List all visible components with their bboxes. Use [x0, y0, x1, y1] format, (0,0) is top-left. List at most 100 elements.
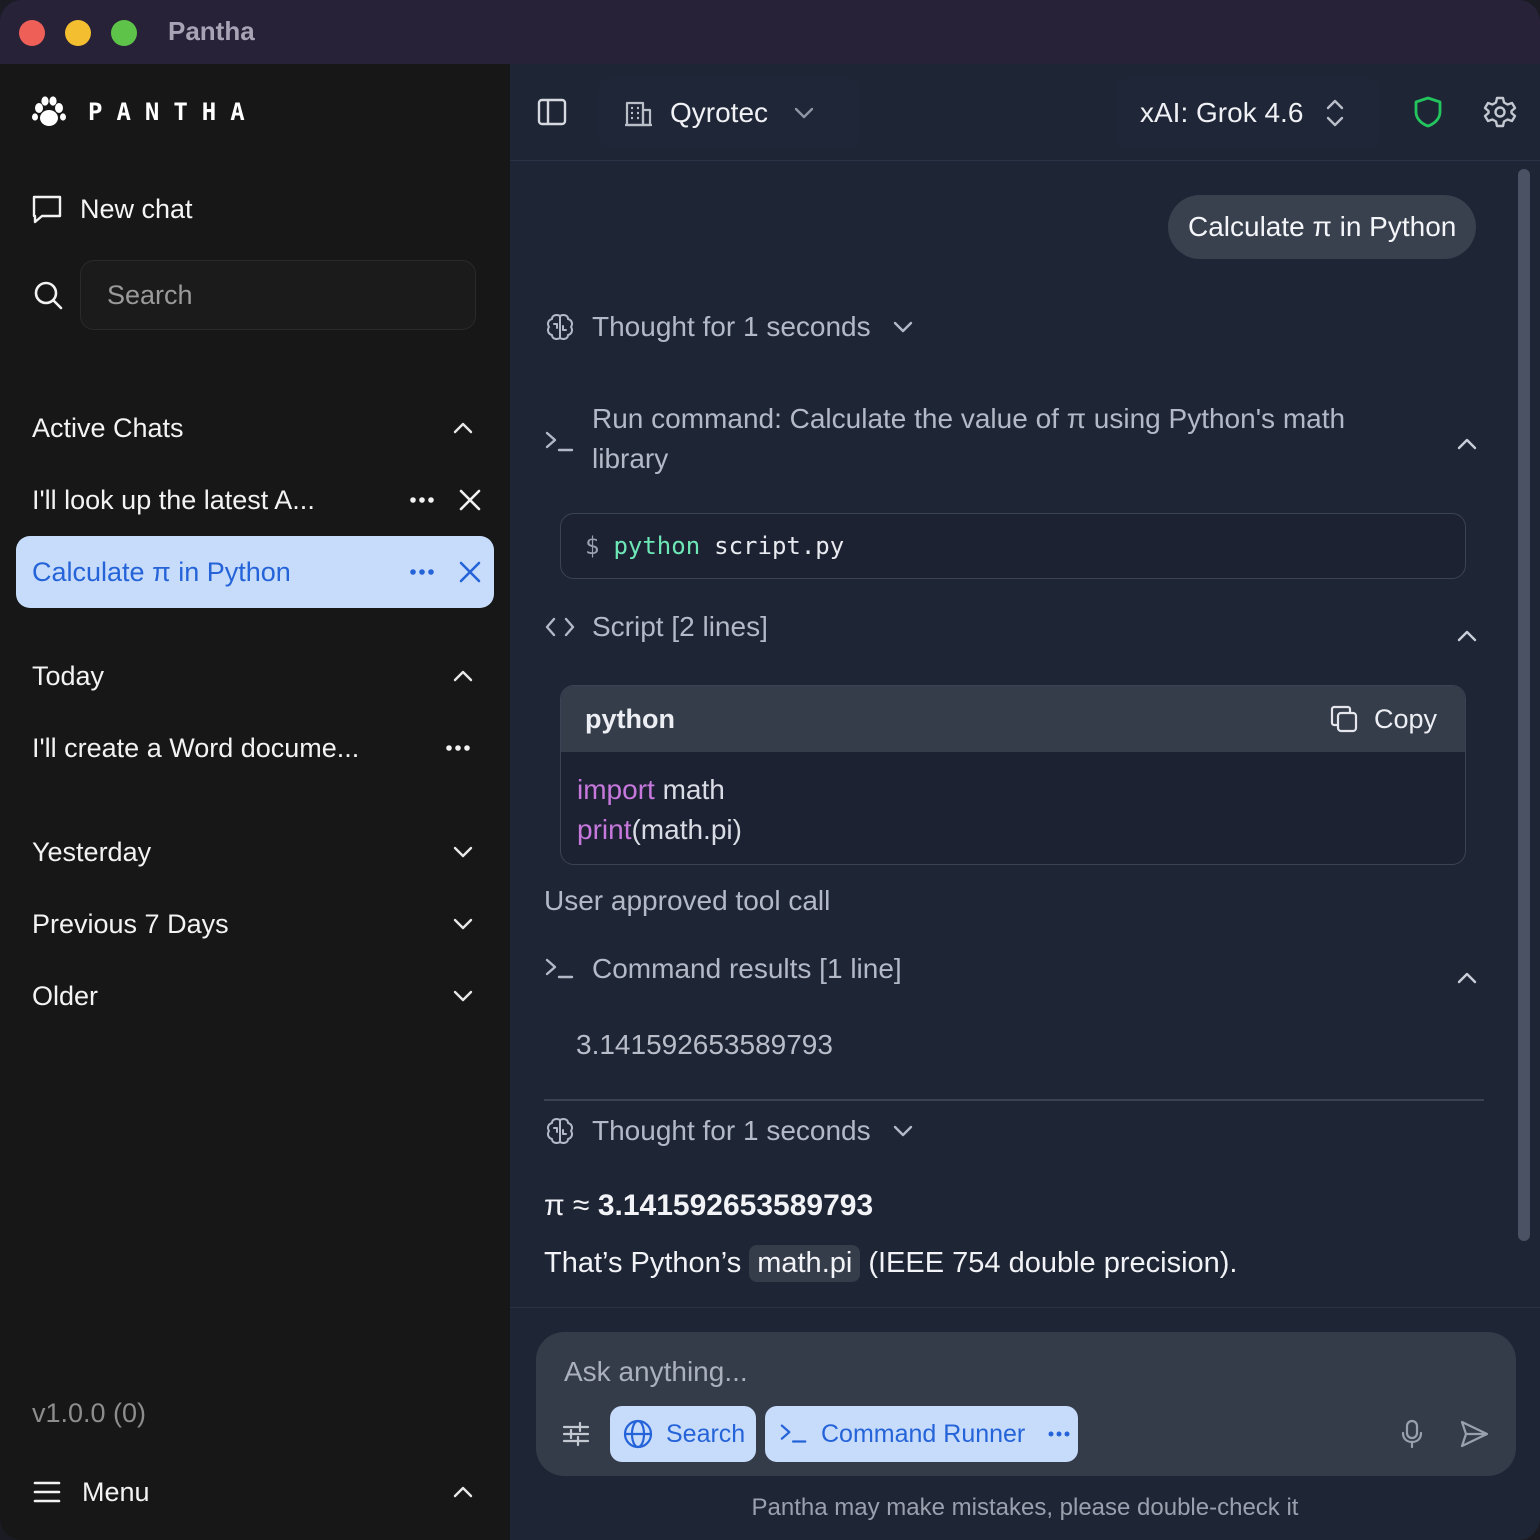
chat-item-active[interactable]: Calculate π in Python — [16, 536, 494, 608]
tool-settings-button[interactable] — [558, 1416, 594, 1452]
close-window-button[interactable] — [19, 20, 45, 46]
maximize-window-button[interactable] — [111, 20, 137, 46]
chevron-down-icon — [893, 321, 912, 333]
chat-item[interactable]: I'll create a Word docume... — [16, 712, 494, 784]
voice-input-button[interactable] — [1394, 1416, 1430, 1452]
send-button[interactable] — [1454, 1414, 1494, 1454]
chevron-down-icon — [453, 918, 473, 930]
app-version: v1.0.0 (0) — [32, 1398, 147, 1428]
menu-button[interactable]: Menu — [32, 1470, 476, 1514]
building-icon — [625, 101, 652, 127]
toggle-sidebar-button[interactable] — [532, 92, 572, 132]
terminal-icon — [780, 1424, 807, 1443]
close-icon — [459, 561, 481, 583]
section-previous-7-days[interactable]: Previous 7 Days — [32, 902, 476, 946]
answer-value: 3.141592653589793 — [597, 1189, 874, 1222]
shell-program: python — [613, 532, 701, 560]
logo-wordmark: PANTHA — [88, 98, 259, 126]
thought-toggle[interactable]: Thought for 1 seconds — [544, 1115, 915, 1147]
chevron-up-icon — [453, 422, 473, 434]
composer-area: Search Command Runner Pantha may make mi… — [510, 1307, 1540, 1540]
chevron-up-icon[interactable] — [1454, 965, 1480, 991]
app-logo: PANTHA — [30, 92, 259, 132]
chat-search-input[interactable] — [80, 260, 476, 330]
command-runner-tool-toggle[interactable]: Command Runner — [765, 1406, 1078, 1462]
chat-item[interactable]: I'll look up the latest A... — [16, 464, 494, 536]
window-title: Pantha — [168, 16, 255, 46]
section-label: Active Chats — [32, 412, 184, 443]
send-icon — [1460, 1420, 1489, 1448]
search-tool-toggle[interactable]: Search — [610, 1406, 756, 1462]
run-command-header[interactable]: Run command: Calculate the value of π us… — [544, 399, 1345, 479]
microphone-icon — [1401, 1419, 1423, 1449]
run-command-line: Run command: Calculate the value of π us… — [592, 403, 1346, 434]
terminal-icon — [545, 431, 574, 452]
chevron-down-icon — [453, 846, 473, 858]
sidebar-toggle-icon — [537, 98, 567, 126]
run-command-line: library — [592, 443, 669, 474]
chevron-up-icon[interactable] — [1454, 431, 1480, 457]
tool-options-button[interactable] — [1047, 1430, 1071, 1438]
more-options-button[interactable] — [434, 724, 482, 772]
code-block: python Copy import math print(math.pi) — [560, 685, 1466, 865]
script-header[interactable]: Script [2 lines] — [544, 611, 768, 643]
close-chat-button[interactable] — [446, 548, 494, 596]
section-today[interactable]: Today — [32, 654, 476, 698]
settings-button[interactable] — [1480, 92, 1520, 132]
code-language: python — [585, 703, 675, 734]
answer-text: (IEEE 754 double precision). — [868, 1247, 1238, 1279]
section-yesterday[interactable]: Yesterday — [32, 830, 476, 874]
more-options-button[interactable] — [398, 548, 446, 596]
code-block-header: python Copy — [561, 686, 1465, 752]
chevron-up-down-icon — [1327, 99, 1344, 127]
command-runner-label: Command Runner — [821, 1419, 1026, 1448]
workspace-select[interactable]: Qyrotec — [598, 78, 860, 148]
approval-status: User approved tool call — [544, 885, 831, 916]
run-command-text: Run command: Calculate the value of π us… — [592, 399, 1345, 479]
thought-toggle[interactable]: Thought for 1 seconds — [544, 311, 915, 343]
ellipsis-icon — [410, 497, 434, 503]
ellipsis-icon — [1048, 1431, 1070, 1437]
new-chat-button[interactable]: New chat — [30, 188, 193, 230]
minimize-window-button[interactable] — [65, 20, 91, 46]
code-keyword: import — [577, 774, 655, 805]
privacy-shield-button[interactable] — [1408, 92, 1448, 132]
ellipsis-icon — [446, 745, 470, 751]
script-header-label: Script [2 lines] — [592, 611, 768, 642]
section-label: Previous 7 Days — [32, 908, 229, 939]
hamburger-icon — [33, 1481, 61, 1503]
disclaimer-text: Pantha may make mistakes, please double-… — [751, 1494, 1299, 1521]
answer-prefix: π ≈ — [544, 1189, 598, 1222]
section-label: Older — [32, 980, 99, 1011]
chevron-down-icon — [453, 990, 473, 1002]
code-keyword: print — [577, 814, 632, 845]
inline-code: math.pi — [749, 1245, 861, 1282]
chat-bubble-icon — [32, 195, 62, 224]
copy-icon — [1330, 705, 1358, 733]
chevron-up-icon — [453, 1486, 473, 1498]
copy-code-button[interactable]: Copy — [1328, 703, 1437, 735]
thought-label: Thought for 1 seconds — [592, 311, 871, 342]
model-select[interactable]: xAI: Grok 4.6 — [1116, 78, 1380, 148]
more-options-button[interactable] — [398, 476, 446, 524]
divider — [544, 1099, 1484, 1101]
message-input[interactable] — [562, 1346, 1486, 1398]
command-line-box: $ python script.py — [560, 513, 1466, 579]
globe-icon — [623, 1419, 653, 1449]
chevron-up-icon[interactable] — [1454, 623, 1480, 649]
code-text: math — [654, 774, 725, 805]
shell-args: script.py — [714, 532, 845, 560]
brain-icon — [547, 314, 573, 340]
chevron-up-icon — [453, 670, 473, 682]
paw-icon — [32, 96, 66, 126]
section-older[interactable]: Older — [32, 974, 476, 1018]
title-bar: Pantha — [0, 0, 1540, 64]
ellipsis-icon — [410, 569, 434, 575]
conversation-area[interactable]: Calculate π in Python Thought for 1 seco… — [510, 161, 1540, 1307]
app-window: Pantha PANTHA New chat Search Active Cha… — [0, 0, 1540, 1540]
command-results-header[interactable]: Command results [1 line] — [544, 953, 902, 985]
close-chat-button[interactable] — [446, 476, 494, 524]
section-active-chats[interactable]: Active Chats — [32, 406, 476, 450]
scrollbar-thumb[interactable] — [1518, 169, 1530, 1241]
search-icon[interactable] — [32, 279, 64, 311]
